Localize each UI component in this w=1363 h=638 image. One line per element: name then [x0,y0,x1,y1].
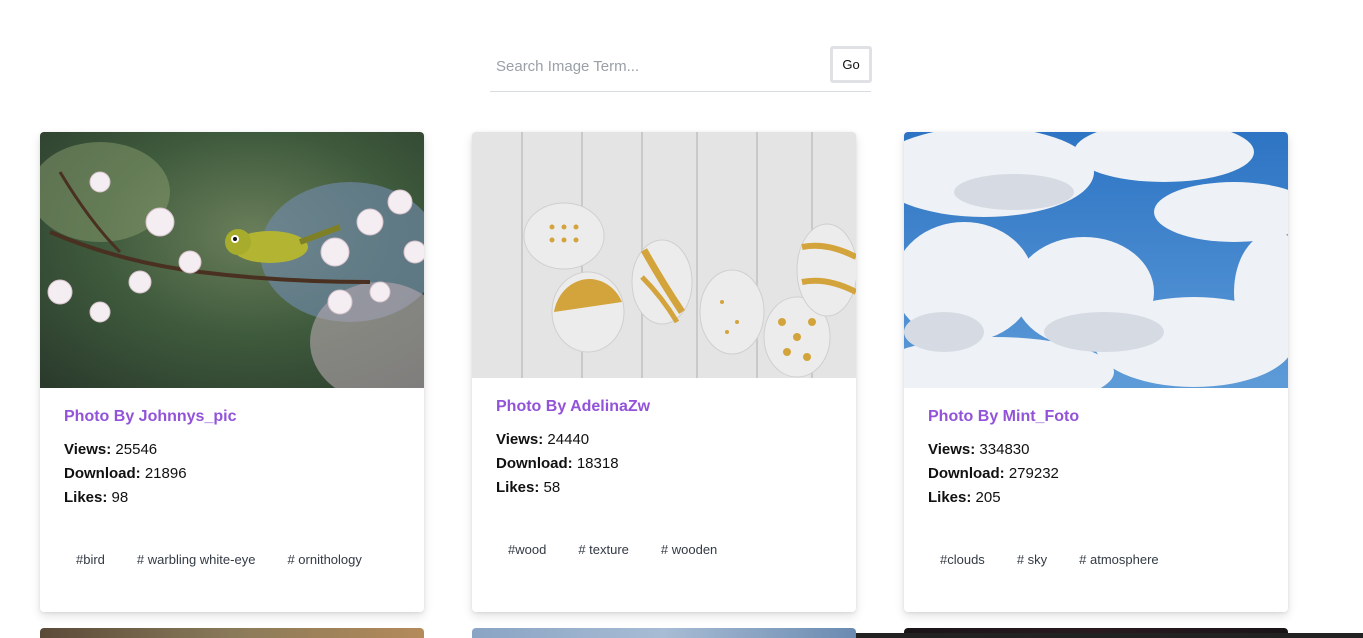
download-stat: Download: 21896 [64,462,400,486]
tag[interactable]: # ornithology [275,546,373,574]
views-value: 24440 [547,431,590,448]
tag[interactable]: # atmosphere [1067,546,1171,574]
next-card-image [472,628,856,638]
likes-label: Likes: [496,479,540,496]
photographer-name: Photo By Johnnys_pic [64,408,237,425]
photo-image[interactable] [904,132,1288,388]
photo-card: Photo By Mint_Foto Views: 334830 Downloa… [904,132,1288,612]
likes-stat: Likes: 98 [64,486,400,510]
download-stat: Download: 18318 [496,452,832,476]
likes-stat: Likes: 205 [928,486,1264,510]
tag-list: #clouds # sky # atmosphere [904,510,1288,574]
download-label: Download: [496,455,573,472]
views-label: Views: [496,431,544,448]
views-label: Views: [64,441,112,458]
download-label: Download: [64,465,141,482]
tag[interactable]: # sky [1005,546,1059,574]
taskbar-edge [856,633,1363,638]
photographer-name: Photo By AdelinaZw [496,398,651,415]
download-label: Download: [928,465,1005,482]
views-stat: Views: 24440 [496,428,832,452]
download-value: 18318 [576,455,619,472]
download-stat: Download: 279232 [928,462,1264,486]
likes-label: Likes: [928,489,972,506]
photo-image[interactable] [40,132,424,388]
tag[interactable]: # wooden [649,536,729,564]
card-body: Photo By Johnnys_pic Views: 25546 Downlo… [40,388,424,510]
likes-value: 58 [543,479,561,496]
tag[interactable]: # texture [566,536,641,564]
search-input[interactable] [490,50,820,82]
views-stat: Views: 25546 [64,438,400,462]
tag-list: #bird # warbling white-eye # ornithology [40,510,424,574]
photographer-name: Photo By Mint_Foto [928,408,1080,425]
go-button[interactable]: Go [830,46,872,83]
likes-stat: Likes: 58 [496,476,832,500]
views-label: Views: [928,441,976,458]
tag-list: #wood # texture # wooden [472,500,856,564]
photo-card: Photo By Johnnys_pic Views: 25546 Downlo… [40,132,424,612]
likes-value: 205 [975,489,1001,506]
download-value: 279232 [1008,465,1059,482]
tag[interactable]: #wood [496,536,558,564]
card-body: Photo By AdelinaZw Views: 24440 Download… [472,378,856,500]
views-value: 25546 [115,441,158,458]
likes-value: 98 [111,489,129,506]
tag[interactable]: # warbling white-eye [125,546,268,574]
views-stat: Views: 334830 [928,438,1264,462]
photo-card: Photo By AdelinaZw Views: 24440 Download… [472,132,856,612]
next-card-image [40,628,424,638]
download-value: 21896 [144,465,187,482]
search-bar: Go [490,44,872,92]
likes-label: Likes: [64,489,108,506]
views-value: 334830 [979,441,1030,458]
tag[interactable]: #bird [64,546,117,574]
tag[interactable]: #clouds [928,546,997,574]
photo-image[interactable] [472,132,856,378]
card-body: Photo By Mint_Foto Views: 334830 Downloa… [904,388,1288,510]
